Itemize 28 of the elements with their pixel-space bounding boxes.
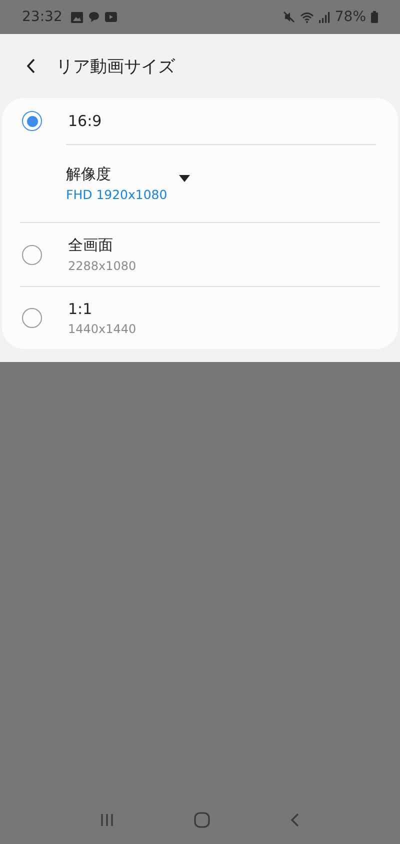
- video-icon: [105, 12, 118, 22]
- status-time: 23:32: [22, 9, 62, 25]
- option-row[interactable]: 16:9: [2, 98, 398, 144]
- resolution-dropdown[interactable]: 解像度 FHD 1920x1080: [2, 145, 398, 222]
- mute-icon: [282, 11, 295, 23]
- back-icon[interactable]: [290, 812, 300, 828]
- setting-label: 解像度: [66, 165, 112, 184]
- battery-level: 78%: [334, 9, 366, 25]
- option-row[interactable]: 全画面 2288x1080: [2, 223, 398, 286]
- home-icon[interactable]: [194, 812, 210, 828]
- setting-value: FHD 1920x1080: [66, 187, 168, 202]
- radio-button[interactable]: [22, 244, 42, 264]
- option-detail: 2288x1080: [68, 259, 136, 273]
- option-label: 全画面: [68, 236, 114, 255]
- caret-icon: [179, 175, 190, 182]
- option-label: 16:9: [68, 112, 102, 130]
- battery-icon: [371, 11, 378, 23]
- page-title: リア動画サイズ: [56, 56, 175, 78]
- radio-button[interactable]: [22, 308, 42, 328]
- recent-apps-icon[interactable]: [100, 813, 114, 827]
- image-icon: [71, 12, 84, 22]
- chat-bubble-icon: [88, 11, 100, 23]
- option-label: 1:1: [68, 300, 94, 318]
- option-row[interactable]: 1:1 1440x1440: [2, 287, 398, 349]
- option-detail: 1440x1440: [68, 322, 136, 336]
- wifi-icon: [300, 12, 314, 22]
- radio-button[interactable]: [22, 111, 42, 131]
- signal-icon: [318, 12, 330, 22]
